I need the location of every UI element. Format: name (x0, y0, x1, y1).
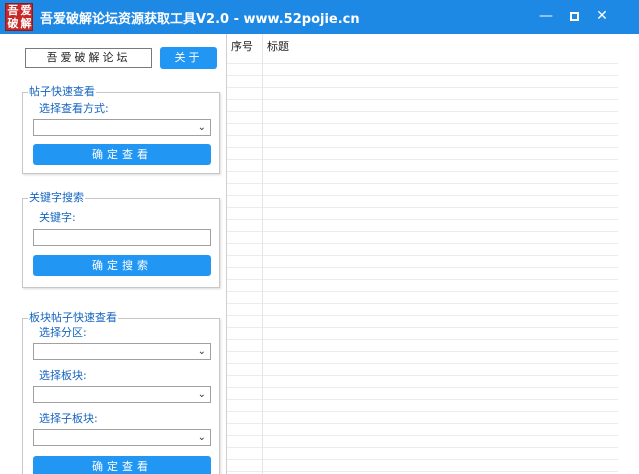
keyword-search-group: 关键字搜索 关键字: 确定搜索 (22, 191, 220, 288)
subboard-label: 选择子板块: (39, 412, 98, 425)
view-mode-select[interactable]: ⌄ (33, 119, 211, 136)
window-title: 吾爱破解论坛资源获取工具V2.0 - www.52pojie.cn (40, 12, 360, 27)
confirm-view-button[interactable]: 确定查看 (33, 144, 211, 165)
board-select[interactable]: ⌄ (33, 386, 211, 403)
close-icon[interactable]: ✕ (591, 6, 613, 26)
app-logo-icon: 吾 爱 破 解 (5, 3, 33, 31)
zone-select[interactable]: ⌄ (33, 343, 211, 360)
logo-char: 解 (20, 17, 32, 30)
window-edge (618, 34, 639, 474)
chevron-down-icon: ⌄ (197, 346, 206, 357)
zone-label: 选择分区: (39, 326, 87, 339)
keyword-search-legend: 关键字搜索 (28, 191, 85, 205)
minimize-icon[interactable]: — (535, 6, 557, 26)
chevron-down-icon: ⌄ (197, 432, 206, 443)
maximize-icon[interactable] (563, 6, 585, 26)
logo-char: 吾 (7, 4, 19, 17)
keyword-label: 关键字: (39, 211, 76, 224)
subboard-select[interactable]: ⌄ (33, 429, 211, 446)
results-list[interactable]: 序号 标题 (226, 34, 619, 474)
confirm-search-button[interactable]: 确定搜索 (33, 255, 211, 276)
logo-char: 破 (7, 17, 19, 30)
quick-view-legend: 帖子快速查看 (28, 85, 96, 99)
board-view-legend: 板块帖子快速查看 (28, 311, 118, 325)
chevron-down-icon: ⌄ (197, 389, 206, 400)
about-button[interactable]: 关于 (160, 47, 217, 69)
chevron-down-icon: ⌄ (197, 122, 206, 133)
keyword-input[interactable] (33, 229, 211, 246)
board-view-group: 板块帖子快速查看 选择分区: ⌄ 选择板块: ⌄ 选择子板块: ⌄ 确定查看 (22, 311, 220, 474)
view-mode-label: 选择查看方式: (39, 102, 109, 115)
title-bar[interactable]: 吾 爱 破 解 吾爱破解论坛资源获取工具V2.0 - www.52pojie.c… (0, 0, 639, 34)
logo-char: 爱 (20, 4, 32, 17)
results-rows[interactable] (227, 52, 619, 474)
forum-name-label: 吾爱破解论坛 (25, 48, 152, 68)
board-label: 选择板块: (39, 369, 87, 382)
confirm-board-view-button[interactable]: 确定查看 (33, 456, 211, 474)
quick-view-group: 帖子快速查看 选择查看方式: ⌄ 确定查看 (22, 85, 220, 174)
column-divider (262, 34, 263, 474)
